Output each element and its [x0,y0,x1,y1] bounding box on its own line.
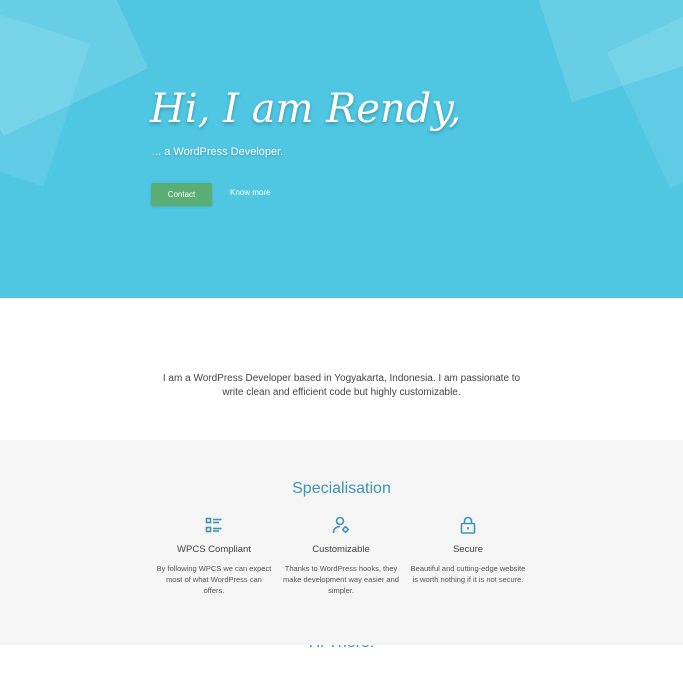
hero-section: Hi, I am Rendy, ... a WordPress Develope… [0,0,683,298]
know-more-link[interactable]: Know more [230,188,270,197]
contact-button[interactable]: Contact [151,183,212,206]
list-icon [156,516,272,534]
feature-customizable: Customizable Thanks to WordPress hooks, … [283,516,399,596]
feature-text: By following WPCS we can expect most of … [156,564,272,595]
intro-section: Hi There! I am a WordPress Developer bas… [0,298,683,651]
hero-title: Hi, I am Rendy, [150,86,462,132]
feature-text: Beautiful and cutting-edge website is wo… [410,564,526,584]
feature-text: Thanks to WordPress hooks, they make dev… [283,564,399,595]
feature-secure: Secure Beautiful and cutting-edge websit… [410,516,526,585]
feature-title: Secure [452,544,484,555]
feature-wpcs: WPCS Compliant By following WPCS we can … [156,516,272,596]
feature-title: WPCS Compliant [177,544,251,555]
user-gear-icon [283,516,399,534]
intro-text: I am a WordPress Developer based in Yogy… [162,373,521,398]
hero-subtitle: ... a WordPress Developer. [152,146,284,158]
lock-icon [410,516,526,534]
specialisation-title: Specialisation [292,480,391,497]
specialisation-section: Specialisation WPCS Compliant By followi… [0,440,683,645]
feature-title: Customizable [312,544,370,555]
